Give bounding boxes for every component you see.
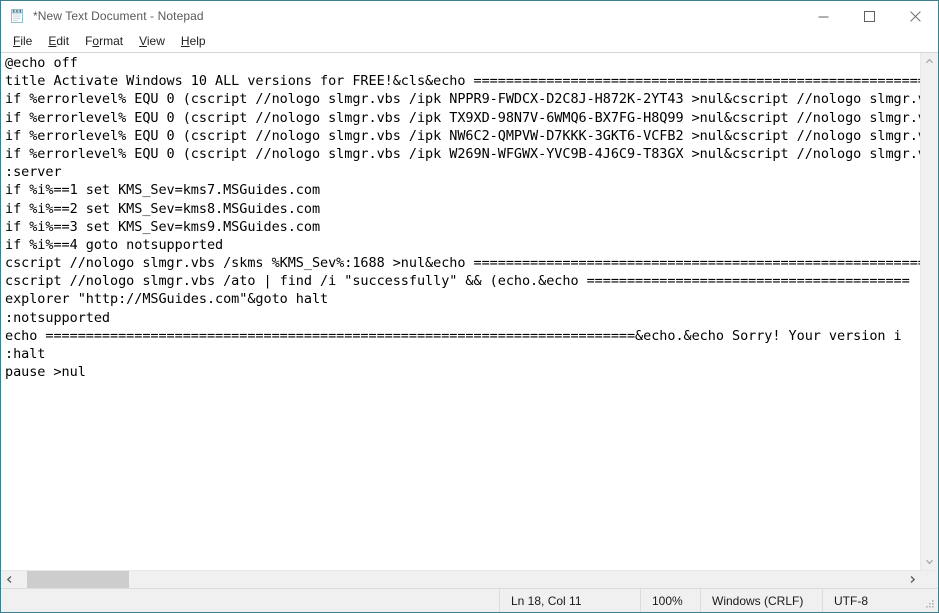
editor-line: if %i%==4 goto notsupported (5, 236, 224, 253)
vertical-scrollbar-track[interactable] (921, 70, 938, 553)
editor-line: echo ===================================… (5, 327, 902, 344)
editor-line: if %i%==2 set KMS_Sev=kms8.MSGuides.com (5, 200, 321, 217)
menu-edit-label: dit (56, 34, 70, 48)
menu-bar: File Edit Format View Help (1, 31, 938, 52)
editor-row: @echo off title Activate Windows 10 ALL v… (1, 53, 938, 570)
menu-item-file[interactable]: File (5, 32, 40, 51)
editor-line: if %errorlevel% EQU 0 (cscript //nologo … (5, 145, 920, 162)
minimize-button[interactable] (800, 1, 846, 31)
menu-item-view[interactable]: View (131, 32, 173, 51)
status-bar-spacer (1, 589, 499, 612)
editor-line: :notsupported (5, 309, 111, 326)
close-button[interactable] (892, 1, 938, 31)
editor-line: pause >nul (5, 364, 86, 381)
chevron-down-icon[interactable] (921, 553, 938, 570)
menu-view-accesskey: V (139, 34, 147, 48)
chevron-up-icon[interactable] (921, 53, 938, 70)
horizontal-scrollbar-thumb[interactable] (27, 571, 129, 588)
editor-line: if %errorlevel% EQU 0 (cscript //nologo … (5, 91, 920, 108)
scrollbar-corner (921, 571, 938, 588)
chevron-left-icon[interactable] (1, 571, 18, 588)
resize-grip-icon[interactable] (922, 589, 938, 612)
editor-line: cscript //nologo slmgr.vbs /ato | find /… (5, 273, 910, 290)
editor-line: if %i%==3 set KMS_Sev=kms9.MSGuides.com (5, 218, 321, 235)
caption-button-group (800, 1, 938, 31)
editor-line: if %i%==1 set KMS_Sev=kms7.MSGuides.com (5, 182, 321, 199)
horizontal-scrollbar-track[interactable] (18, 571, 904, 588)
title-bar[interactable]: *New Text Document - Notepad (1, 1, 938, 31)
status-zoom-level[interactable]: 100% (640, 589, 700, 612)
menu-view-label: iew (146, 34, 165, 48)
menu-file-label: ile (20, 34, 33, 48)
vertical-scrollbar[interactable] (920, 53, 938, 570)
editor-line: @echo off (5, 55, 78, 71)
editor-line: title Activate Windows 10 ALL versions f… (5, 73, 920, 90)
notepad-window: *New Text Document - Notepad File Edit F… (0, 0, 939, 613)
menu-help-accesskey: H (180, 34, 190, 48)
menu-item-edit[interactable]: Edit (40, 32, 77, 51)
editor-line: if %errorlevel% EQU 0 (cscript //nologo … (5, 109, 920, 126)
status-bar: Ln 18, Col 11 100% Windows (CRLF) UTF-8 (1, 588, 938, 612)
maximize-button[interactable] (846, 1, 892, 31)
menu-item-help[interactable]: Help (173, 32, 214, 51)
status-line-ending[interactable]: Windows (CRLF) (700, 589, 822, 612)
menu-format-label: rmat (99, 34, 124, 48)
editor-line: :halt (5, 346, 46, 362)
text-editor[interactable]: @echo off title Activate Windows 10 ALL v… (1, 53, 920, 570)
editor-line: :server (5, 164, 62, 181)
window-title: *New Text Document - Notepad (33, 9, 204, 23)
editor-region: @echo off title Activate Windows 10 ALL v… (1, 52, 938, 588)
editor-line: explorer "http://MSGuides.com"&goto halt (5, 291, 329, 308)
status-encoding[interactable]: UTF-8 (822, 589, 922, 612)
editor-line: if %errorlevel% EQU 0 (cscript //nologo … (5, 127, 920, 144)
menu-help-label: elp (189, 34, 206, 48)
menu-item-format[interactable]: Format (77, 32, 131, 51)
chevron-right-icon[interactable] (904, 571, 921, 588)
notepad-icon (9, 8, 25, 24)
editor-line: cscript //nologo slmgr.vbs /skms %KMS_Se… (5, 255, 920, 272)
status-cursor-position: Ln 18, Col 11 (499, 589, 640, 612)
text-content: @echo off title Activate Windows 10 ALL v… (5, 54, 920, 381)
horizontal-scrollbar[interactable] (1, 570, 938, 588)
